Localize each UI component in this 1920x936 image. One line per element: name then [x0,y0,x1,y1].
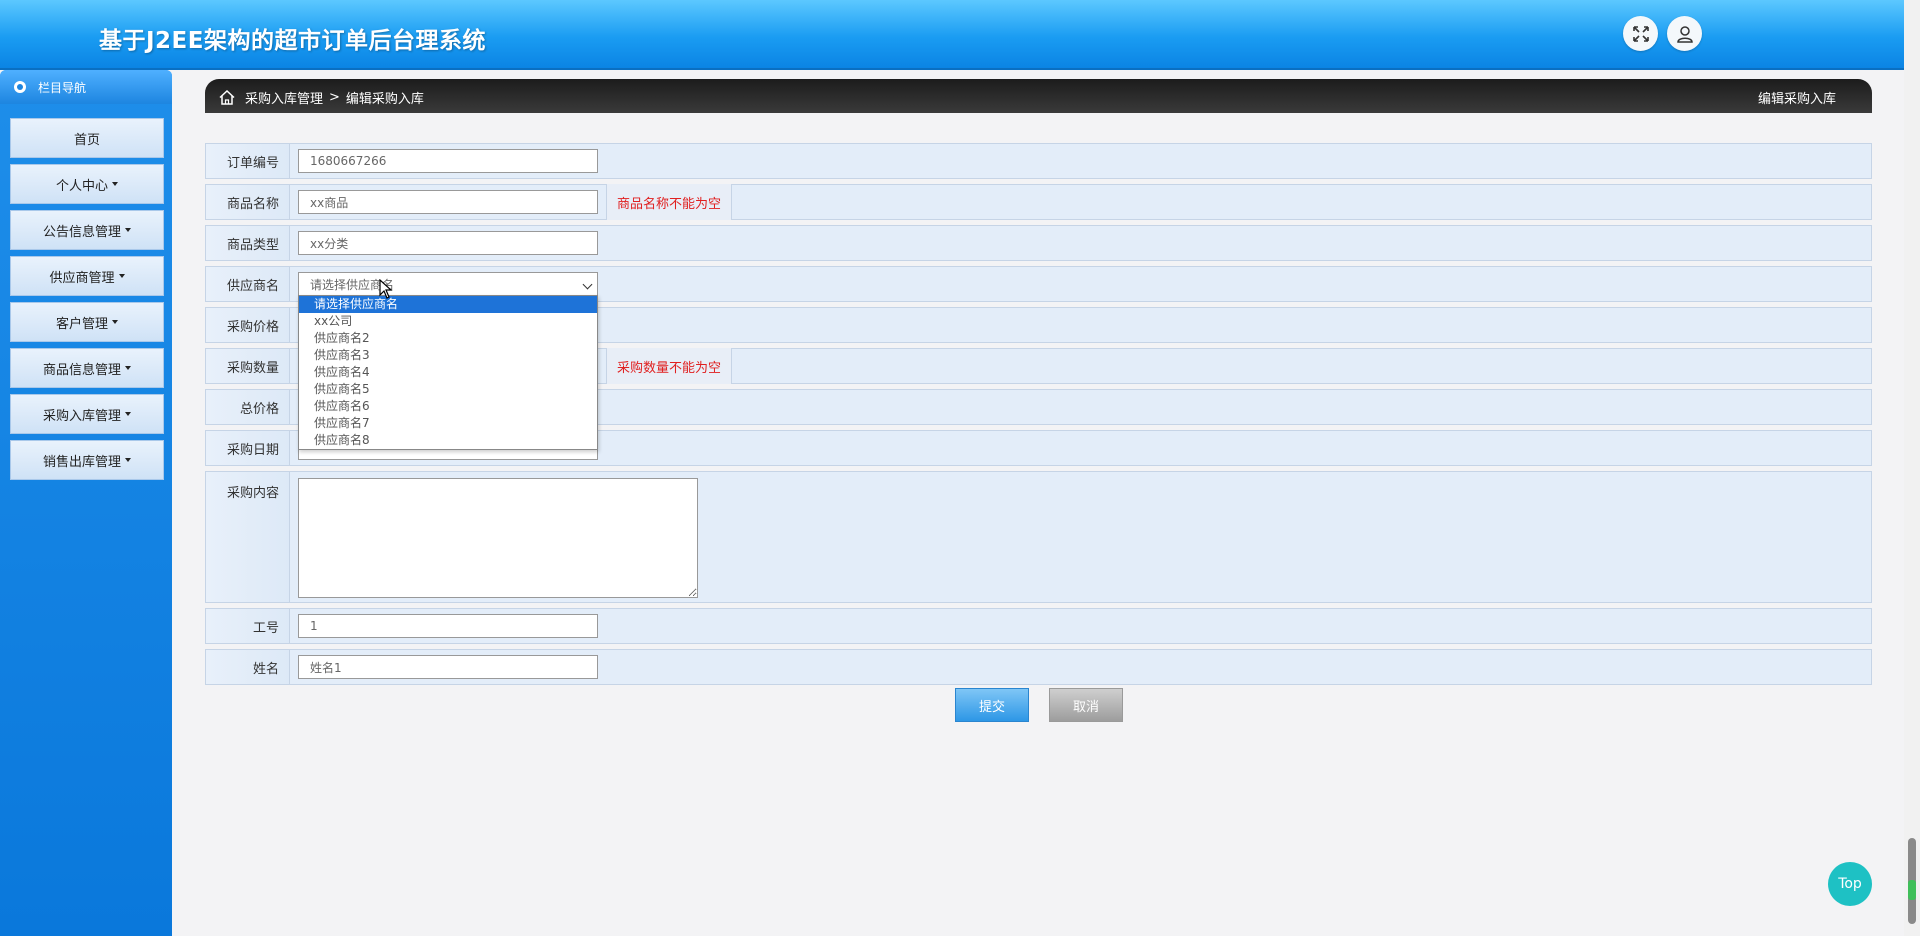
content-label: 采购内容 [206,472,290,602]
chevron-down-icon [582,279,593,290]
name-input[interactable]: 姓名1 [298,655,598,679]
product-type-label: 商品类型 [206,226,290,260]
caret-down-icon [125,412,131,416]
breadcrumb-parent[interactable]: 采购入库管理 [245,88,323,107]
sidebar-item-7[interactable]: 销售出库管理 [10,440,164,480]
supplier-option[interactable]: 供应商名4 [299,364,597,381]
sidebar-item-5[interactable]: 商品信息管理 [10,348,164,388]
sidebar: 栏目导航 首页个人中心公告信息管理 供应商管理客户管理商品信息管理 采购入库管理 销售… [0,70,172,936]
sidebar-item-label: 供应商管理 [49,270,115,286]
caret-down-icon [125,228,131,232]
supplier-label: 供应商名 [206,267,290,301]
sidebar-item-label: 首页 [73,132,100,148]
sidebar-item-label: 商品信息管理 [42,362,121,378]
row-product-type: 商品类型 xx分类 [205,225,1872,261]
product-name-input[interactable]: xx商品 [298,190,598,214]
sidebar-item-4[interactable]: 客户管理 [10,302,164,342]
date-label: 采购日期 [206,431,290,465]
mouse-cursor-icon [379,279,393,299]
supplier-option[interactable]: 供应商名6 [299,398,597,415]
submit-button[interactable]: 提交 [955,688,1029,722]
fullscreen-button[interactable] [1623,16,1658,51]
caret-down-icon [118,274,125,278]
product-name-error: 商品名称不能为空 [606,184,733,220]
breadcrumb-current: 编辑采购入库 [345,92,424,107]
sidebar-item-label: 采购入库管理 [42,408,121,424]
home-icon[interactable] [219,90,235,105]
supplier-dropdown: 请选择供应商名 xx公司 供应商名2 供应商名3 供应商名4 供应商名5 供应商名6 供应商名… [298,295,598,450]
expand-icon [1632,25,1649,42]
order-no-input[interactable]: 1680667266 [298,149,598,173]
supplier-option[interactable]: xx公司 [299,313,597,330]
row-name: 姓名 姓名1 [205,649,1872,685]
caret-down-icon [125,458,131,462]
name-label: 姓名 [206,650,290,684]
user-icon [1676,25,1693,43]
content-textarea[interactable] [298,478,698,598]
sidebar-item-label: 销售出库管理 [42,454,121,470]
scrollbar-marker [1908,880,1916,900]
price-label: 采购价格 [206,308,290,342]
breadcrumb: 采购入库管理 > 编辑采购入库 编辑采购入库 [205,79,1872,113]
row-content: 采购内容 [205,471,1872,603]
sidebar-item-2[interactable]: 公告信息管理 [10,210,164,250]
supplier-option[interactable]: 供应商名8 [299,432,597,449]
nav-icon [14,81,26,93]
quantity-error: 采购数量不能为空 [606,348,733,384]
supplier-select[interactable]: 请选择供应商名 [298,272,598,296]
app-header: 基于J2EE架构的超市订单后台理系统 [0,0,1904,70]
supplier-option[interactable]: 供应商名2 [299,330,597,347]
row-product-name: 商品名称 xx商品 商品名称不能为空 [205,184,1872,220]
total-label: 总价格 [206,390,290,424]
sidebar-item-label: 客户管理 [55,316,108,332]
app-title: 基于J2EE架构的超市订单后台理系统 [99,28,486,54]
sidebar-item-label: 个人中心 [55,178,108,194]
back-to-top-button[interactable]: Top [1828,862,1872,906]
breadcrumb-separator: > [329,90,340,105]
sidebar-item-0[interactable]: 首页 [10,118,164,158]
sidebar-item-3[interactable]: 供应商管理 [10,256,164,296]
supplier-option[interactable]: 供应商名7 [299,415,597,432]
row-job-no: 工号 1 [205,608,1872,644]
row-order-no: 订单编号 1680667266 [205,143,1872,179]
caret-down-icon [125,366,131,370]
supplier-option[interactable]: 供应商名5 [299,381,597,398]
sidebar-item-6[interactable]: 采购入库管理 [10,394,164,434]
sidebar-title: 栏目导航 [38,80,87,95]
sidebar-item-label: 公告信息管理 [42,224,121,240]
page-scrollbar[interactable] [1904,0,1920,936]
caret-down-icon [112,182,118,186]
user-button[interactable] [1667,16,1702,51]
caret-down-icon [112,320,118,324]
supplier-option[interactable]: 供应商名3 [299,347,597,364]
order-no-label: 订单编号 [206,144,290,178]
supplier-option[interactable]: 请选择供应商名 [299,296,597,313]
product-name-label: 商品名称 [206,185,290,219]
cancel-button[interactable]: 取消 [1049,688,1123,722]
job-no-input[interactable]: 1 [298,614,598,638]
product-type-input[interactable]: xx分类 [298,231,598,255]
page-title: 编辑采购入库 [1757,92,1836,107]
quantity-label: 采购数量 [206,349,290,383]
sidebar-header: 栏目导航 [0,70,172,104]
job-no-label: 工号 [206,609,290,643]
sidebar-item-1[interactable]: 个人中心 [10,164,164,204]
